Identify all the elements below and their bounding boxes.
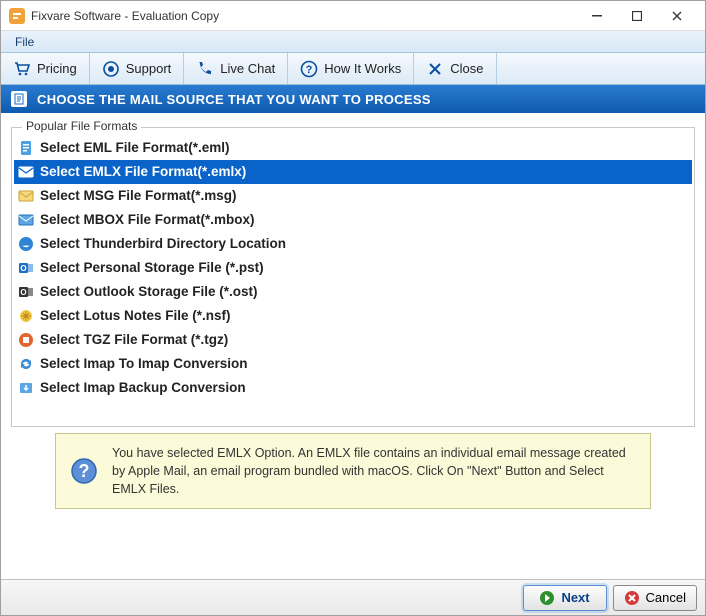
document-icon — [11, 91, 27, 107]
format-item[interactable]: Select Imap To Imap Conversion — [14, 352, 692, 376]
next-button-label: Next — [561, 590, 589, 605]
info-question-icon: ? — [70, 457, 98, 485]
thunderbird-icon — [18, 236, 34, 252]
format-item[interactable]: O Select Outlook Storage File (*.ost) — [14, 280, 692, 304]
lotus-icon — [18, 308, 34, 324]
app-icon — [9, 8, 25, 24]
format-item-label: Select Imap To Imap Conversion — [40, 354, 248, 374]
cancel-icon — [624, 590, 640, 606]
toolbar-close[interactable]: Close — [414, 53, 496, 84]
formats-groupbox: Popular File Formats Select EML File For… — [11, 127, 695, 427]
format-item[interactable]: Select MSG File Format(*.msg) — [14, 184, 692, 208]
instruction-banner-text: CHOOSE THE MAIL SOURCE THAT YOU WANT TO … — [37, 92, 431, 107]
svg-text:O: O — [20, 288, 26, 297]
arrow-right-icon — [539, 590, 555, 606]
format-item[interactable]: Select Lotus Notes File (*.nsf) — [14, 304, 692, 328]
format-item-label: Select Thunderbird Directory Location — [40, 234, 286, 254]
footer: Next Cancel — [1, 579, 705, 615]
window-controls — [577, 2, 697, 30]
tgz-icon — [18, 332, 34, 348]
window-close-button[interactable] — [657, 2, 697, 30]
format-item-label: Select EMLX File Format(*.emlx) — [40, 162, 246, 182]
menubar: File — [1, 31, 705, 53]
svg-text:?: ? — [79, 461, 90, 481]
titlebar: Fixvare Software - Evaluation Copy — [1, 1, 705, 31]
toolbar-live-chat-label: Live Chat — [220, 61, 275, 76]
instruction-banner: CHOOSE THE MAIL SOURCE THAT YOU WANT TO … — [1, 85, 705, 113]
toolbar-support[interactable]: Support — [90, 53, 185, 84]
format-item[interactable]: Select Thunderbird Directory Location — [14, 232, 692, 256]
menu-file[interactable]: File — [7, 33, 42, 51]
svg-text:O: O — [20, 264, 26, 273]
format-item[interactable]: Select MBOX File Format(*.mbox) — [14, 208, 692, 232]
format-item[interactable]: Select Imap Backup Conversion — [14, 376, 692, 400]
format-item-label: Select Imap Backup Conversion — [40, 378, 246, 398]
support-icon — [102, 60, 120, 78]
toolbar-support-label: Support — [126, 61, 172, 76]
mail-yellow-icon — [18, 188, 34, 204]
cart-icon — [13, 60, 31, 78]
format-item-label: Select EML File Format(*.eml) — [40, 138, 230, 158]
sync-icon — [18, 356, 34, 372]
next-button[interactable]: Next — [523, 585, 607, 611]
minimize-button[interactable] — [577, 2, 617, 30]
window-title: Fixvare Software - Evaluation Copy — [31, 9, 577, 23]
info-panel: ? You have selected EMLX Option. An EMLX… — [55, 433, 651, 509]
question-icon: ? — [300, 60, 318, 78]
format-item[interactable]: Select TGZ File Format (*.tgz) — [14, 328, 692, 352]
format-item-label: Select Outlook Storage File (*.ost) — [40, 282, 258, 302]
phone-icon — [196, 60, 214, 78]
outlook-dark-icon: O — [18, 284, 34, 300]
toolbar-pricing-label: Pricing — [37, 61, 77, 76]
format-item[interactable]: Select EML File Format(*.eml) — [14, 136, 692, 160]
format-item-label: Select MBOX File Format(*.mbox) — [40, 210, 255, 230]
main-area: Popular File Formats Select EML File For… — [1, 113, 705, 509]
close-icon — [426, 60, 444, 78]
toolbar-how-it-works[interactable]: ? How It Works — [288, 53, 414, 84]
format-item[interactable]: Select EMLX File Format(*.emlx) — [14, 160, 692, 184]
maximize-button[interactable] — [617, 2, 657, 30]
cancel-button[interactable]: Cancel — [613, 585, 697, 611]
mail-blue-icon — [18, 212, 34, 228]
svg-text:?: ? — [306, 64, 313, 76]
toolbar-close-label: Close — [450, 61, 483, 76]
toolbar-pricing[interactable]: Pricing — [1, 53, 90, 84]
file-blue-icon — [18, 140, 34, 156]
outlook-icon: O — [18, 260, 34, 276]
format-item-label: Select Lotus Notes File (*.nsf) — [40, 306, 231, 326]
toolbar-live-chat[interactable]: Live Chat — [184, 53, 288, 84]
mail-white-icon — [18, 164, 34, 180]
format-item[interactable]: O Select Personal Storage File (*.pst) — [14, 256, 692, 280]
format-item-label: Select Personal Storage File (*.pst) — [40, 258, 264, 278]
format-item-label: Select TGZ File Format (*.tgz) — [40, 330, 228, 350]
format-item-label: Select MSG File Format(*.msg) — [40, 186, 237, 206]
formats-group-label: Popular File Formats — [22, 119, 141, 133]
formats-list: Select EML File Format(*.eml) Select EMLX… — [14, 136, 692, 400]
backup-icon — [18, 380, 34, 396]
toolbar-how-it-works-label: How It Works — [324, 61, 401, 76]
cancel-button-label: Cancel — [646, 590, 686, 605]
info-text: You have selected EMLX Option. An EMLX f… — [112, 444, 636, 498]
toolbar: Pricing Support Live Chat ? How It Works… — [1, 53, 705, 85]
